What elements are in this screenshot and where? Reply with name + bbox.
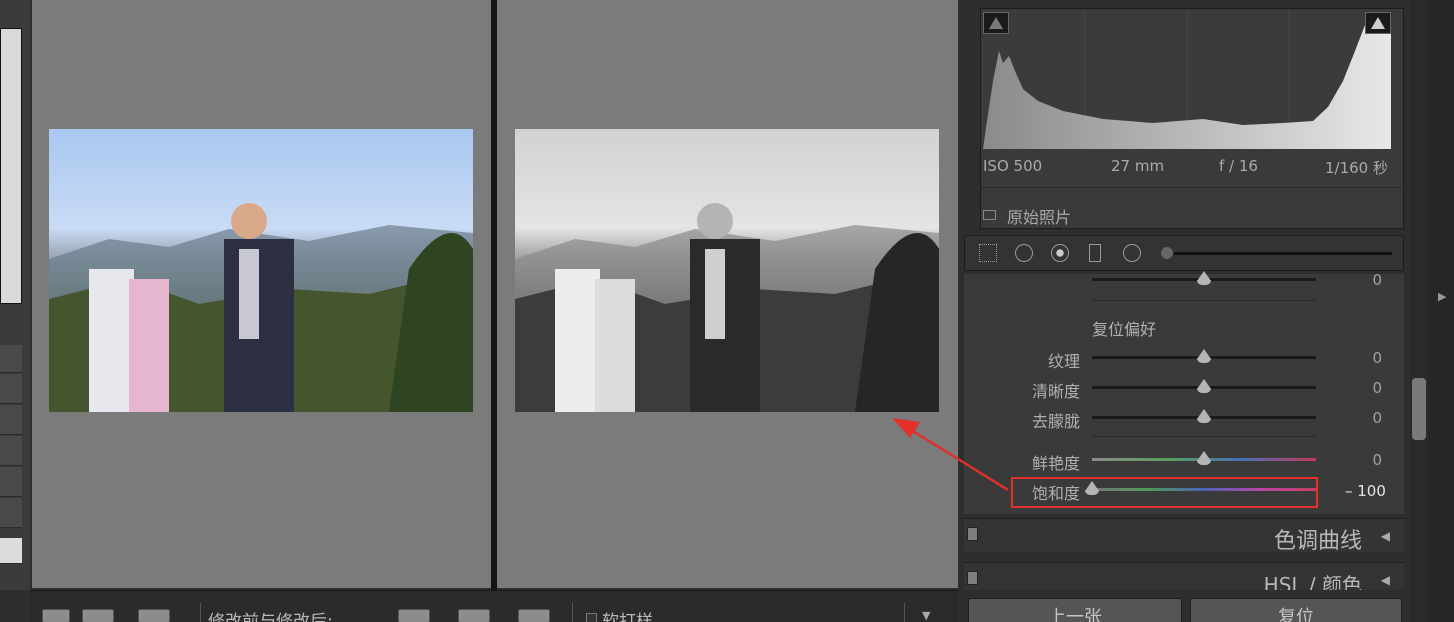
clarity-slider-knob[interactable]: [1197, 379, 1211, 393]
red-eye-icon[interactable]: [1051, 244, 1069, 262]
exif-focal-length: 27 mm: [1111, 157, 1165, 175]
exif-shutter: 1/160 秒: [1325, 159, 1388, 177]
vibrance-label: 鲜艳度: [1031, 454, 1080, 473]
vibrance-slider-knob[interactable]: [1197, 451, 1211, 465]
bottom-buttons: 上一张 复位: [958, 598, 1410, 622]
after-photo[interactable]: [515, 129, 939, 412]
filmstrip-thumb[interactable]: [0, 374, 22, 404]
filmstrip-thumb[interactable]: [0, 498, 22, 528]
texture-slider-knob[interactable]: [1197, 349, 1211, 363]
after-view: [497, 0, 958, 588]
filmstrip-thumb[interactable]: [0, 467, 22, 497]
copy-after-to-before-button[interactable]: [458, 609, 490, 622]
graduated-filter-icon[interactable]: [1089, 244, 1101, 262]
collapse-arrow-icon: ◀: [1380, 529, 1390, 543]
swap-before-after-button[interactable]: [518, 609, 550, 622]
dehaze-label: 去朦胧: [1031, 412, 1080, 431]
shadow-clipping-button[interactable]: [983, 12, 1009, 34]
original-photo-checkbox[interactable]: [983, 210, 996, 220]
tone-curve-section-header[interactable]: 色调曲线 ◀: [964, 518, 1404, 554]
highlight-clipping-button[interactable]: [1365, 12, 1391, 34]
before-view: [32, 0, 491, 588]
clarity-value[interactable]: 0: [1372, 379, 1382, 397]
reset-preferences-heading[interactable]: 复位偏好: [1092, 316, 1156, 340]
right-edge-strip: ▶: [1428, 0, 1454, 622]
dehaze-value[interactable]: 0: [1372, 409, 1382, 427]
copy-before-to-after-button[interactable]: [398, 609, 430, 622]
soft-proof-checkbox[interactable]: [586, 613, 597, 622]
toolbar-separator: [572, 603, 573, 622]
exif-aperture: f / 16: [1219, 157, 1258, 175]
divider: [1092, 300, 1316, 301]
left-panel-edge: [0, 0, 30, 590]
filmstrip-thumb[interactable]: [0, 345, 22, 373]
vibrance-row: 鲜艳度 0: [964, 446, 1404, 476]
before-photo-art: [49, 203, 473, 412]
panel-scrollbar[interactable]: [1410, 0, 1428, 622]
histogram-graph[interactable]: [983, 11, 1391, 149]
after-photo-art: [515, 203, 939, 412]
dehaze-row: 去朦胧 0: [964, 404, 1404, 434]
brush-slider-knob[interactable]: [1160, 246, 1174, 260]
slider-knob[interactable]: [1197, 271, 1211, 285]
before-after-left-right-button[interactable]: [82, 609, 114, 622]
bottom-toolbar: 修改前与修改后: 软打样 ▼: [30, 590, 958, 622]
collapse-arrow-icon: ◀: [1380, 573, 1390, 587]
loupe-view-button[interactable]: [42, 609, 70, 622]
crop-overlay-icon[interactable]: [979, 244, 997, 262]
reset-button[interactable]: 复位: [1190, 598, 1402, 622]
spot-removal-icon[interactable]: [1015, 244, 1033, 262]
filmstrip-thumb[interactable]: [0, 436, 22, 466]
tone-curve-title: 色调曲线: [1273, 529, 1362, 554]
texture-row: 纹理 0: [964, 344, 1404, 374]
texture-label: 纹理: [1047, 352, 1080, 371]
texture-value[interactable]: 0: [1372, 349, 1382, 367]
saturation-highlight-annotation: [1011, 477, 1318, 508]
toolbar-separator: [200, 603, 201, 622]
filmstrip-thumb[interactable]: [0, 405, 22, 435]
soft-proof-label: 软打样: [602, 612, 653, 622]
vibrance-value[interactable]: 0: [1372, 451, 1382, 469]
radial-filter-icon[interactable]: [1123, 244, 1141, 262]
hsl-section-header[interactable]: HSL / 颜色 ◀: [964, 562, 1404, 590]
filmstrip-thumb[interactable]: [0, 28, 22, 304]
clarity-row: 清晰度 0: [964, 374, 1404, 404]
original-photo-row: 原始照片: [981, 187, 1401, 227]
slider-value: 0: [1372, 271, 1382, 289]
tone-curve-toggle-switch[interactable]: [967, 527, 978, 541]
divider: [1092, 436, 1316, 437]
exif-iso: ISO 500: [983, 157, 1043, 175]
highlight-clipping-triangle-icon: [1371, 17, 1385, 29]
scrollbar-thumb[interactable]: [1412, 378, 1426, 440]
before-photo[interactable]: [49, 129, 473, 412]
slider-row-cropped: 0: [964, 266, 1404, 296]
toolbar-menu-chevron-icon[interactable]: ▼: [922, 609, 930, 622]
shadow-clipping-triangle-icon: [989, 17, 1003, 29]
original-photo-label: 原始照片: [1007, 208, 1072, 227]
exif-info: ISO 500 27 mm f / 16 1/160 秒: [981, 157, 1401, 181]
brush-slider-track[interactable]: [1170, 252, 1392, 255]
filmstrip-thumb[interactable]: [0, 538, 22, 564]
histogram-panel: ISO 500 27 mm f / 16 1/160 秒 原始照片: [980, 8, 1404, 229]
hsl-toggle-switch[interactable]: [967, 571, 978, 585]
develop-right-panel: ISO 500 27 mm f / 16 1/160 秒 原始照片 0 复位偏好…: [958, 0, 1410, 622]
compare-label: 修改前与修改后:: [208, 612, 333, 622]
expand-panel-arrow-icon[interactable]: ▶: [1438, 290, 1446, 303]
previous-button[interactable]: 上一张: [968, 598, 1182, 622]
saturation-value[interactable]: – 100: [1345, 482, 1386, 500]
before-after-split-button[interactable]: [138, 609, 170, 622]
clarity-label: 清晰度: [1031, 382, 1080, 401]
hsl-title: HSL / 颜色: [1263, 573, 1362, 590]
toolbar-separator: [904, 603, 905, 622]
dehaze-slider-knob[interactable]: [1197, 409, 1211, 423]
